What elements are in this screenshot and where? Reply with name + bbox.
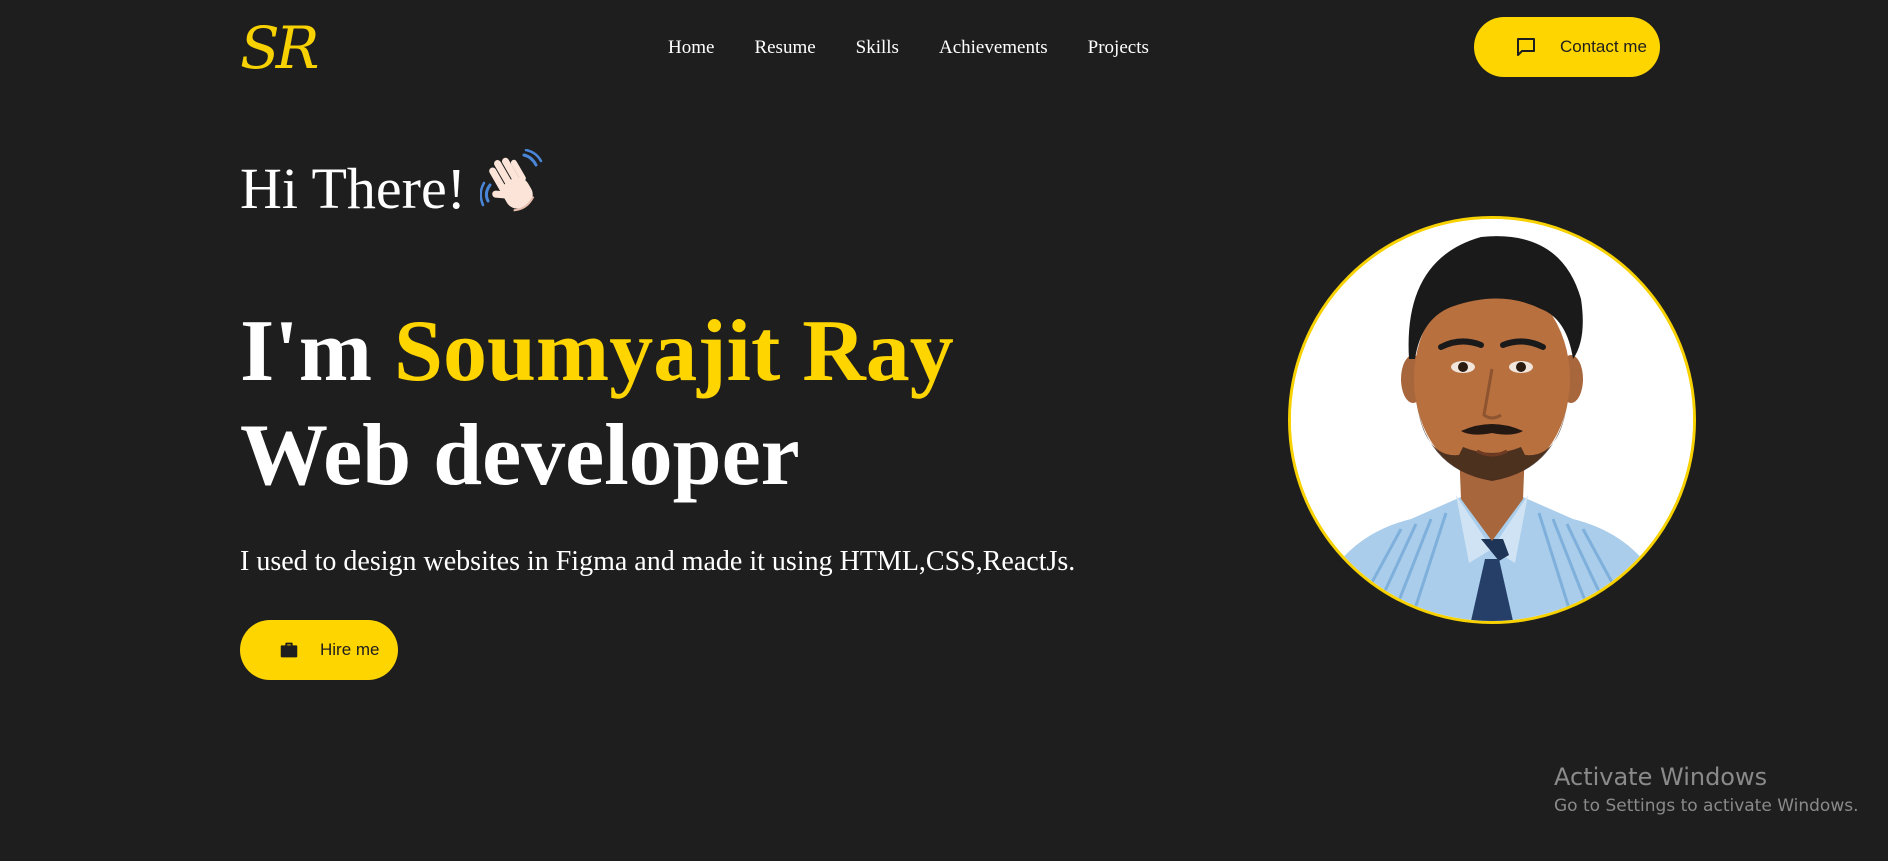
nav-resume[interactable]: Resume bbox=[754, 34, 815, 62]
nav-home[interactable]: Home bbox=[668, 34, 714, 62]
hire-me-label: Hire me bbox=[320, 640, 380, 659]
briefcase-icon bbox=[278, 639, 300, 661]
watermark-title: Activate Windows bbox=[1554, 763, 1768, 791]
profile-photo bbox=[1288, 216, 1696, 624]
main-nav: Home Resume Skills Achievements Projects bbox=[668, 34, 1189, 62]
headline-prefix: I'm bbox=[240, 303, 394, 400]
hero-name: Soumyajit Ray bbox=[394, 303, 954, 400]
contact-button-label: Contact me bbox=[1560, 37, 1647, 56]
greeting-text: Hi There! bbox=[240, 155, 466, 221]
greeting: Hi There! bbox=[240, 145, 546, 232]
headline-line-1: I'm Soumyajit Ray bbox=[240, 300, 954, 404]
hire-me-button[interactable]: Hire me bbox=[240, 620, 398, 680]
hero-description: I used to design websites in Figma and m… bbox=[240, 546, 1076, 577]
waving-hand-icon bbox=[479, 148, 546, 232]
nav-projects[interactable]: Projects bbox=[1088, 34, 1149, 62]
nav-achievements[interactable]: Achievements bbox=[939, 34, 1048, 62]
nav-skills[interactable]: Skills bbox=[856, 34, 899, 62]
contact-button[interactable]: Contact me bbox=[1474, 17, 1660, 77]
chat-bubble-icon bbox=[1514, 35, 1538, 59]
headline: I'm Soumyajit Ray Web developer bbox=[240, 300, 954, 508]
logo[interactable]: SR bbox=[240, 12, 319, 84]
windows-activation-watermark: Activate Windows Go to Settings to activ… bbox=[1554, 760, 1859, 818]
watermark-subtitle: Go to Settings to activate Windows. bbox=[1554, 796, 1859, 816]
hero-role: Web developer bbox=[240, 407, 800, 504]
